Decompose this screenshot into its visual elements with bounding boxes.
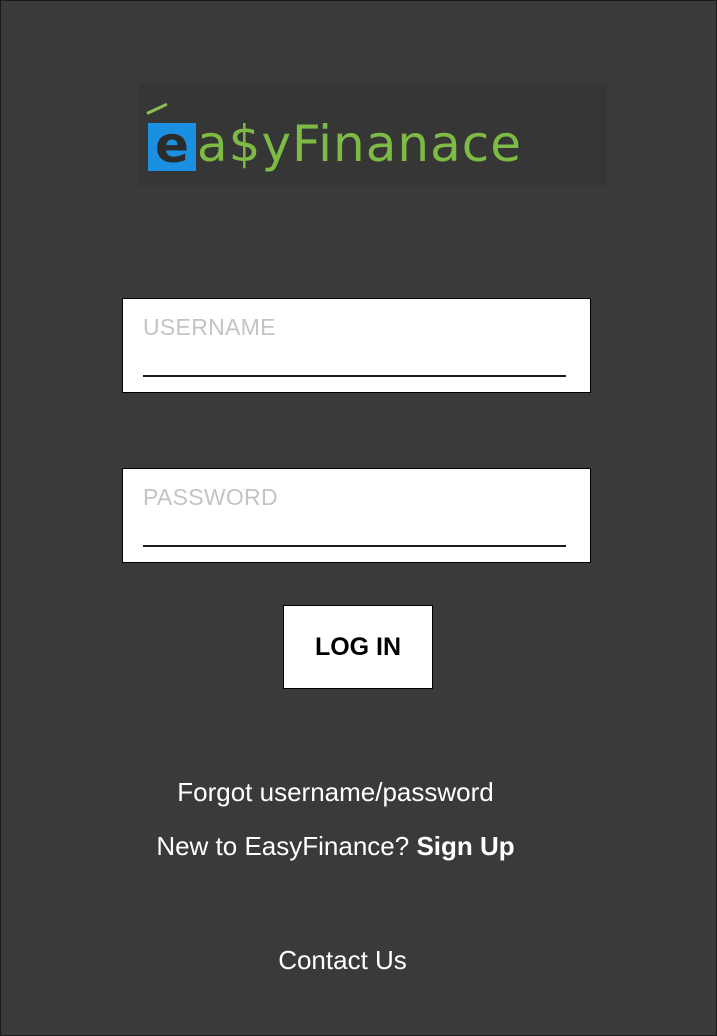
password-field[interactable]: PASSWORD xyxy=(122,468,591,563)
password-underline xyxy=(143,545,566,547)
password-placeholder: PASSWORD xyxy=(143,484,278,510)
logo-accent-mark xyxy=(146,102,168,115)
username-underline xyxy=(143,375,566,377)
signup-prompt: New to EasyFinance? Sign Up xyxy=(1,831,670,862)
login-button[interactable]: LOG IN xyxy=(283,605,433,689)
username-placeholder: USERNAME xyxy=(143,314,276,340)
signup-prompt-text: New to EasyFinance? xyxy=(156,831,410,861)
logo-first-letter: e xyxy=(148,120,196,171)
easyfinance-logo: e a$yFinanace xyxy=(139,84,607,186)
username-field[interactable]: USERNAME xyxy=(122,298,591,393)
signup-link[interactable]: Sign Up xyxy=(416,831,514,861)
logo-wordmark: a$yFinanace xyxy=(197,115,522,173)
login-screen: e a$yFinanace USERNAME PASSWORD LOG IN F… xyxy=(0,0,717,1036)
contact-us-link[interactable]: Contact Us xyxy=(1,945,684,976)
forgot-credentials-link[interactable]: Forgot username/password xyxy=(1,777,670,808)
